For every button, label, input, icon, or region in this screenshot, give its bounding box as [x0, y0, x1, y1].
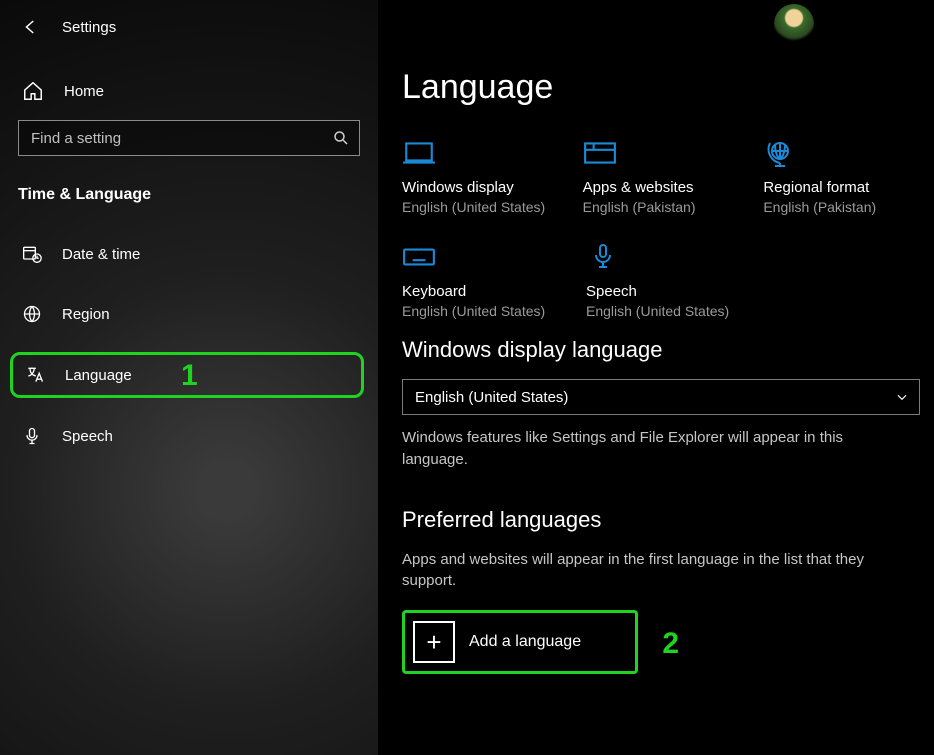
language-icon [25, 365, 45, 385]
sidebar-item-region[interactable]: Region [0, 292, 378, 336]
sidebar-item-label: Language [65, 367, 132, 384]
avatar[interactable] [774, 4, 814, 44]
search-input[interactable] [18, 120, 360, 156]
browser-icon [583, 139, 730, 167]
tile-apps-websites[interactable]: Apps & websites English (Pakistan) [583, 139, 730, 215]
tile-windows-display[interactable]: Windows display English (United States) [402, 139, 549, 215]
microphone-icon [22, 426, 42, 446]
chevron-down-icon [895, 390, 909, 404]
tile-title: Apps & websites [583, 179, 730, 196]
search-container [18, 120, 360, 156]
tile-title: Speech [586, 283, 736, 300]
globe-icon [22, 304, 42, 324]
tile-row: Windows display English (United States) … [402, 139, 910, 215]
preferred-languages-description: Apps and websites will appear in the fir… [402, 549, 902, 593]
tile-sub: English (Pakistan) [583, 199, 730, 215]
settings-content: Language Windows display English (United… [378, 0, 934, 755]
sidebar-item-label: Region [62, 306, 110, 323]
tile-sub: English (United States) [586, 303, 736, 319]
tile-regional-format[interactable]: Regional format English (Pakistan) [763, 139, 910, 215]
sidebar-item-speech[interactable]: Speech [0, 414, 378, 458]
home-icon [22, 80, 44, 102]
sidebar-item-label: Date & time [62, 246, 140, 263]
dropdown-value: English (United States) [415, 389, 568, 406]
sidebar-item-date-time[interactable]: Date & time [0, 232, 378, 276]
home-label: Home [64, 83, 104, 100]
microphone-icon [586, 243, 736, 271]
back-icon[interactable] [22, 18, 40, 36]
tile-keyboard[interactable]: Keyboard English (United States) [402, 243, 552, 319]
tile-row: Keyboard English (United States) Speech … [402, 243, 910, 319]
page-title: Language [402, 68, 910, 107]
display-language-dropdown[interactable]: English (United States) [402, 379, 920, 415]
add-language-label: Add a language [469, 633, 581, 651]
callout-badge-1: 1 [181, 359, 198, 393]
tile-sub: English (Pakistan) [763, 199, 910, 215]
calendar-clock-icon [22, 244, 42, 264]
tile-title: Keyboard [402, 283, 552, 300]
tile-sub: English (United States) [402, 303, 552, 319]
app-title: Settings [62, 19, 116, 36]
home-button[interactable]: Home [0, 72, 378, 110]
tile-title: Regional format [763, 179, 910, 196]
add-language-button[interactable]: + Add a language 2 [402, 610, 638, 674]
display-language-description: Windows features like Settings and File … [402, 427, 902, 471]
sidebar-item-label: Speech [62, 428, 113, 445]
section-heading: Time & Language [0, 186, 378, 204]
preferred-languages-heading: Preferred languages [402, 507, 910, 533]
sidebar-item-language[interactable]: Language 1 [10, 352, 364, 398]
keyboard-icon [402, 243, 552, 271]
tile-speech[interactable]: Speech English (United States) [586, 243, 736, 319]
laptop-icon [402, 139, 549, 167]
callout-badge-2: 2 [662, 627, 679, 661]
globe-stand-icon [763, 139, 910, 167]
titlebar: Settings [0, 18, 378, 36]
settings-sidebar: Settings Home Time & Language Date & tim… [0, 0, 378, 755]
tile-sub: English (United States) [402, 199, 549, 215]
plus-icon: + [413, 621, 455, 663]
windows-display-language-heading: Windows display language [402, 337, 910, 363]
tile-title: Windows display [402, 179, 549, 196]
